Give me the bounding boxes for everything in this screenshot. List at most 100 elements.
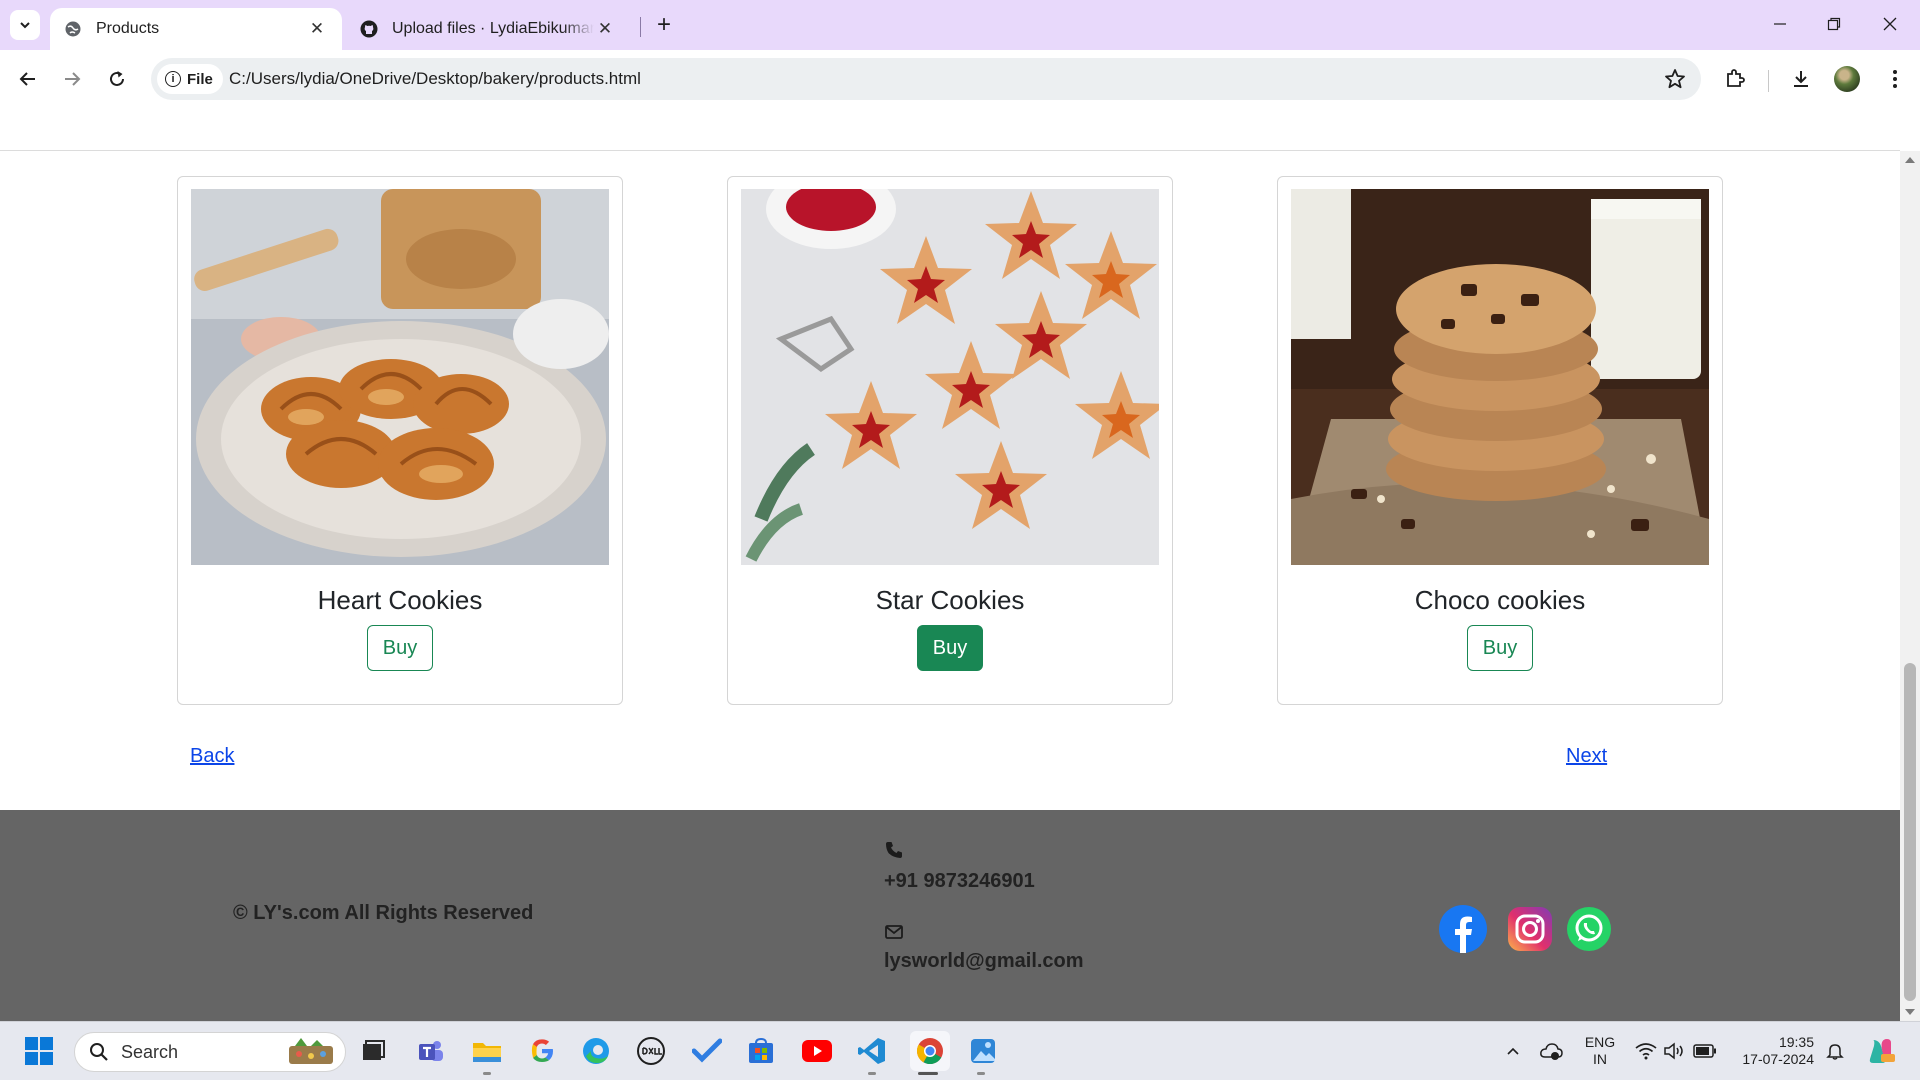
- choco-cookies-image: [1291, 189, 1709, 565]
- edge-icon[interactable]: [579, 1034, 613, 1068]
- info-icon: i: [165, 71, 181, 87]
- reload-icon: [110, 71, 124, 86]
- taskbar-search-box[interactable]: Search: [74, 1032, 346, 1072]
- buy-button-star-cookies[interactable]: Buy: [917, 625, 983, 671]
- site-info-chip[interactable]: i File: [157, 64, 223, 94]
- teams-icon[interactable]: [414, 1034, 448, 1068]
- arrow-left-icon: [19, 72, 35, 86]
- page-scrollbar[interactable]: [1900, 151, 1920, 1021]
- facebook-icon[interactable]: [1439, 905, 1487, 953]
- scroll-thumb[interactable]: [1904, 663, 1916, 1001]
- dell-icon[interactable]: [634, 1034, 668, 1068]
- language-indicator[interactable]: ENG IN: [1582, 1034, 1618, 1068]
- youtube-icon[interactable]: [800, 1034, 834, 1068]
- more-vertical-icon: [1893, 70, 1897, 88]
- restore-button[interactable]: [1810, 8, 1858, 40]
- new-tab-button[interactable]: +: [650, 10, 678, 40]
- chevron-up-icon[interactable]: [1498, 1034, 1528, 1068]
- browser-tab-strip: Products ✕ Upload files · LydiaEbikumar/…: [0, 0, 1920, 50]
- profile-avatar[interactable]: [1834, 66, 1860, 92]
- navbar-bottom-border: [0, 150, 1900, 151]
- search-highlight-icon: [289, 1038, 333, 1064]
- buy-button-heart-cookies[interactable]: Buy: [367, 625, 433, 671]
- extensions-button[interactable]: [1720, 64, 1750, 94]
- tab-close-icon[interactable]: ✕: [594, 18, 616, 40]
- tab-title: Upload files · LydiaEbikumar/Sta: [392, 20, 594, 37]
- heart-cookies-image: [191, 189, 609, 565]
- close-window-button[interactable]: [1866, 8, 1914, 40]
- notification-bell-icon[interactable]: [1820, 1034, 1850, 1068]
- tab-title: Products: [96, 20, 160, 37]
- restore-icon: [1827, 17, 1841, 31]
- product-card-star-cookies: Star Cookies Buy: [727, 176, 1173, 705]
- copilot-icon[interactable]: [1862, 1034, 1898, 1068]
- site-info-label: File: [187, 70, 213, 88]
- tab-upload-files[interactable]: Upload files · LydiaEbikumar/Sta ✕: [346, 8, 630, 50]
- github-icon: [360, 20, 378, 38]
- search-icon: [90, 1043, 108, 1061]
- product-card-heart-cookies: Heart Cookies Buy: [177, 176, 623, 705]
- address-bar[interactable]: i File C:/Users/lydia/OneDrive/Desktop/b…: [151, 58, 1701, 100]
- google-icon[interactable]: [525, 1034, 559, 1068]
- task-view-icon[interactable]: [356, 1034, 390, 1068]
- buy-button-choco-cookies[interactable]: Buy: [1467, 625, 1533, 671]
- clock-date: 17-07-2024: [1742, 1051, 1814, 1067]
- next-link[interactable]: Next: [1566, 745, 1607, 768]
- email-address: lysworld@gmail.com: [884, 950, 1084, 972]
- tab-close-icon[interactable]: ✕: [306, 18, 328, 40]
- phone-icon: [886, 842, 902, 858]
- phone-number: +91 9873246901: [884, 870, 1035, 892]
- puzzle-icon: [1727, 69, 1745, 87]
- back-link[interactable]: Back: [190, 745, 234, 768]
- reload-button[interactable]: [100, 62, 134, 96]
- tab-separator: [640, 17, 641, 37]
- product-title: Star Cookies: [875, 585, 1025, 615]
- download-icon: [1794, 71, 1808, 87]
- tab-search-button[interactable]: [10, 10, 40, 40]
- browser-menu-button[interactable]: [1880, 64, 1910, 94]
- arrow-right-icon: [65, 72, 81, 86]
- minimize-button[interactable]: [1756, 8, 1804, 40]
- running-indicator: [483, 1072, 491, 1075]
- scroll-up-arrow[interactable]: [1905, 157, 1915, 163]
- whatsapp-icon[interactable]: [1565, 905, 1613, 953]
- forward-nav-button[interactable]: [55, 62, 89, 96]
- copyright-text: © LY's.com All Rights Reserved: [233, 902, 534, 924]
- microsoft-store-icon[interactable]: [744, 1034, 778, 1068]
- onedrive-sync-icon[interactable]: [1536, 1034, 1566, 1068]
- wifi-icon[interactable]: [1632, 1034, 1660, 1068]
- chrome-icon[interactable]: [910, 1031, 950, 1071]
- product-title: Heart Cookies: [317, 585, 483, 615]
- windows-start-icon[interactable]: [22, 1034, 56, 1068]
- volume-icon[interactable]: [1660, 1034, 1688, 1068]
- file-explorer-icon[interactable]: [470, 1034, 504, 1068]
- product-title: Choco cookies: [1414, 585, 1586, 615]
- language-code: ENG: [1584, 1034, 1616, 1050]
- minimize-icon: [1774, 23, 1786, 25]
- toolbar-divider: [1768, 70, 1769, 92]
- site-footer: © LY's.com All Rights Reserved +91 98732…: [0, 810, 1900, 1021]
- chevron-down-icon: [20, 22, 30, 29]
- close-icon: [1883, 17, 1897, 31]
- star-cookies-image: [741, 189, 1159, 565]
- battery-icon[interactable]: [1690, 1034, 1720, 1068]
- region-code: IN: [1593, 1051, 1607, 1067]
- search-placeholder: Search: [121, 1041, 179, 1062]
- instagram-icon[interactable]: [1506, 905, 1554, 953]
- running-indicator: [977, 1072, 985, 1075]
- tab-products[interactable]: Products ✕: [50, 8, 342, 50]
- windows-taskbar: Search ENG IN 19:35 17-07-2024: [0, 1021, 1920, 1080]
- clock[interactable]: 19:35 17-07-2024: [1730, 1034, 1814, 1068]
- scroll-down-arrow[interactable]: [1905, 1009, 1915, 1015]
- photos-icon[interactable]: [966, 1034, 1000, 1068]
- back-nav-button[interactable]: [11, 62, 45, 96]
- bookmark-star-icon[interactable]: [1663, 67, 1687, 91]
- product-card-choco-cookies: Choco cookies Buy: [1277, 176, 1723, 705]
- todo-icon[interactable]: [690, 1034, 724, 1068]
- globe-icon: [64, 20, 82, 38]
- envelope-icon: [885, 925, 903, 939]
- url-text[interactable]: C:/Users/lydia/OneDrive/Desktop/bakery/p…: [229, 58, 641, 100]
- downloads-button[interactable]: [1786, 64, 1816, 94]
- vscode-icon[interactable]: [855, 1034, 889, 1068]
- clock-time: 19:35: [1778, 1034, 1814, 1050]
